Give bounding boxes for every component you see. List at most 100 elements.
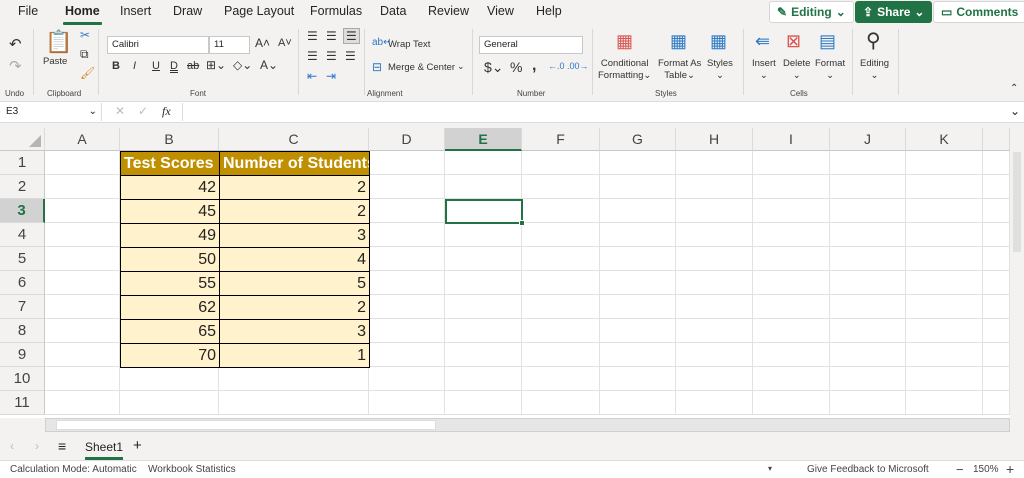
cell[interactable] — [45, 199, 120, 223]
menu-page-layout[interactable]: Page Layout — [224, 4, 294, 18]
cell[interactable] — [753, 367, 830, 391]
cell[interactable] — [369, 295, 445, 319]
cell[interactable] — [906, 343, 983, 367]
cell[interactable] — [753, 223, 830, 247]
cell[interactable] — [600, 247, 676, 271]
select-all-button[interactable] — [0, 128, 45, 151]
table-cell[interactable]: 4 — [219, 247, 370, 272]
cell[interactable] — [522, 319, 600, 343]
cell[interactable] — [445, 271, 522, 295]
cell[interactable] — [45, 343, 120, 367]
grow-font-icon[interactable]: A˄ — [255, 36, 270, 50]
cell[interactable] — [906, 223, 983, 247]
cell[interactable] — [906, 319, 983, 343]
column-header-C[interactable]: C — [219, 128, 369, 151]
next-sheet-icon[interactable]: › — [35, 439, 39, 453]
increase-indent-icon[interactable]: ⇥ — [326, 69, 336, 83]
column-header-K[interactable]: K — [906, 128, 983, 151]
cell[interactable] — [522, 223, 600, 247]
row-header-3[interactable]: 3 — [0, 199, 45, 223]
cell[interactable] — [445, 247, 522, 271]
cell[interactable] — [445, 151, 522, 175]
cell[interactable] — [600, 175, 676, 199]
cell[interactable] — [830, 295, 906, 319]
table-cell[interactable]: 49 — [120, 223, 220, 248]
cell[interactable] — [522, 343, 600, 367]
cell[interactable] — [600, 367, 676, 391]
zoom-level[interactable]: 150% — [973, 464, 999, 475]
menu-data[interactable]: Data — [380, 4, 406, 18]
zoom-in-icon[interactable]: + — [1006, 461, 1014, 477]
shrink-font-icon[interactable]: A˅ — [278, 37, 292, 49]
table-cell[interactable]: 50 — [120, 247, 220, 272]
cell[interactable] — [445, 223, 522, 247]
cell[interactable] — [369, 199, 445, 223]
cell[interactable] — [830, 247, 906, 271]
chevron-down-icon[interactable]: ⌄ — [457, 61, 465, 72]
menu-home[interactable]: Home — [63, 4, 102, 25]
undo-icon[interactable]: ↶ — [9, 35, 22, 53]
cell[interactable] — [753, 151, 830, 175]
column-header-B[interactable]: B — [120, 128, 219, 151]
row-header-6[interactable]: 6 — [0, 271, 45, 295]
cell[interactable] — [676, 295, 753, 319]
editing-button[interactable]: Editing ⌄ — [860, 58, 889, 82]
prev-sheet-icon[interactable]: ‹ — [10, 439, 14, 453]
cell[interactable] — [676, 367, 753, 391]
cell[interactable] — [983, 319, 1010, 343]
cell[interactable] — [600, 343, 676, 367]
menu-file[interactable]: File — [18, 4, 38, 18]
number-format-select[interactable]: General — [479, 36, 583, 54]
cell[interactable] — [45, 247, 120, 271]
table-cell[interactable]: 70 — [120, 343, 220, 368]
cell[interactable] — [906, 199, 983, 223]
cell[interactable] — [369, 223, 445, 247]
cell[interactable] — [830, 151, 906, 175]
cell[interactable] — [753, 391, 830, 415]
sheet-tab[interactable]: Sheet1 — [85, 440, 124, 460]
cell[interactable] — [906, 391, 983, 415]
paste-button[interactable]: Paste — [43, 56, 67, 68]
cell[interactable] — [906, 175, 983, 199]
copy-icon[interactable]: ⧉ — [80, 47, 89, 62]
cell[interactable] — [45, 151, 120, 175]
font-color-icon[interactable]: A⌄ — [260, 58, 278, 72]
chevron-down-icon[interactable]: ▾ — [768, 464, 772, 473]
column-header-J[interactable]: J — [830, 128, 906, 151]
add-sheet-icon[interactable]: + — [133, 437, 142, 454]
row-header-10[interactable]: 10 — [0, 367, 45, 391]
percent-icon[interactable]: % — [510, 59, 522, 75]
cell-styles-button[interactable]: Styles ⌄ — [707, 58, 733, 82]
cell[interactable] — [676, 175, 753, 199]
insert-button[interactable]: Insert ⌄ — [752, 58, 776, 82]
column-header-A[interactable]: A — [45, 128, 120, 151]
wrap-text-button[interactable]: Wrap Text — [388, 39, 430, 51]
table-header-cell[interactable]: Test Scores — [120, 151, 220, 176]
cell[interactable] — [676, 271, 753, 295]
cell[interactable] — [753, 271, 830, 295]
align-top-icon[interactable]: ☰ — [307, 29, 318, 43]
menu-help[interactable]: Help — [536, 4, 562, 18]
expand-formula-bar-icon[interactable]: ⌄ — [1010, 104, 1020, 118]
all-sheets-icon[interactable]: ≡ — [58, 438, 66, 454]
cell[interactable] — [753, 175, 830, 199]
scrollbar-thumb[interactable] — [56, 420, 436, 430]
font-name-select[interactable]: Calibri — [107, 36, 209, 54]
cell[interactable] — [830, 367, 906, 391]
cell[interactable] — [219, 367, 369, 391]
selected-cell-E3[interactable] — [445, 199, 525, 226]
cell[interactable] — [45, 391, 120, 415]
row-header-4[interactable]: 4 — [0, 223, 45, 247]
cell[interactable] — [983, 271, 1010, 295]
cell[interactable] — [676, 223, 753, 247]
format-painter-icon[interactable]: 🖌 — [80, 66, 95, 80]
cell[interactable] — [600, 319, 676, 343]
row-header-8[interactable]: 8 — [0, 319, 45, 343]
table-cell[interactable]: 2 — [219, 199, 370, 224]
cell[interactable] — [600, 391, 676, 415]
table-header-cell[interactable]: Number of Students — [219, 151, 370, 176]
cell[interactable] — [522, 151, 600, 175]
cell[interactable] — [522, 175, 600, 199]
cell[interactable] — [906, 151, 983, 175]
cell[interactable] — [830, 271, 906, 295]
